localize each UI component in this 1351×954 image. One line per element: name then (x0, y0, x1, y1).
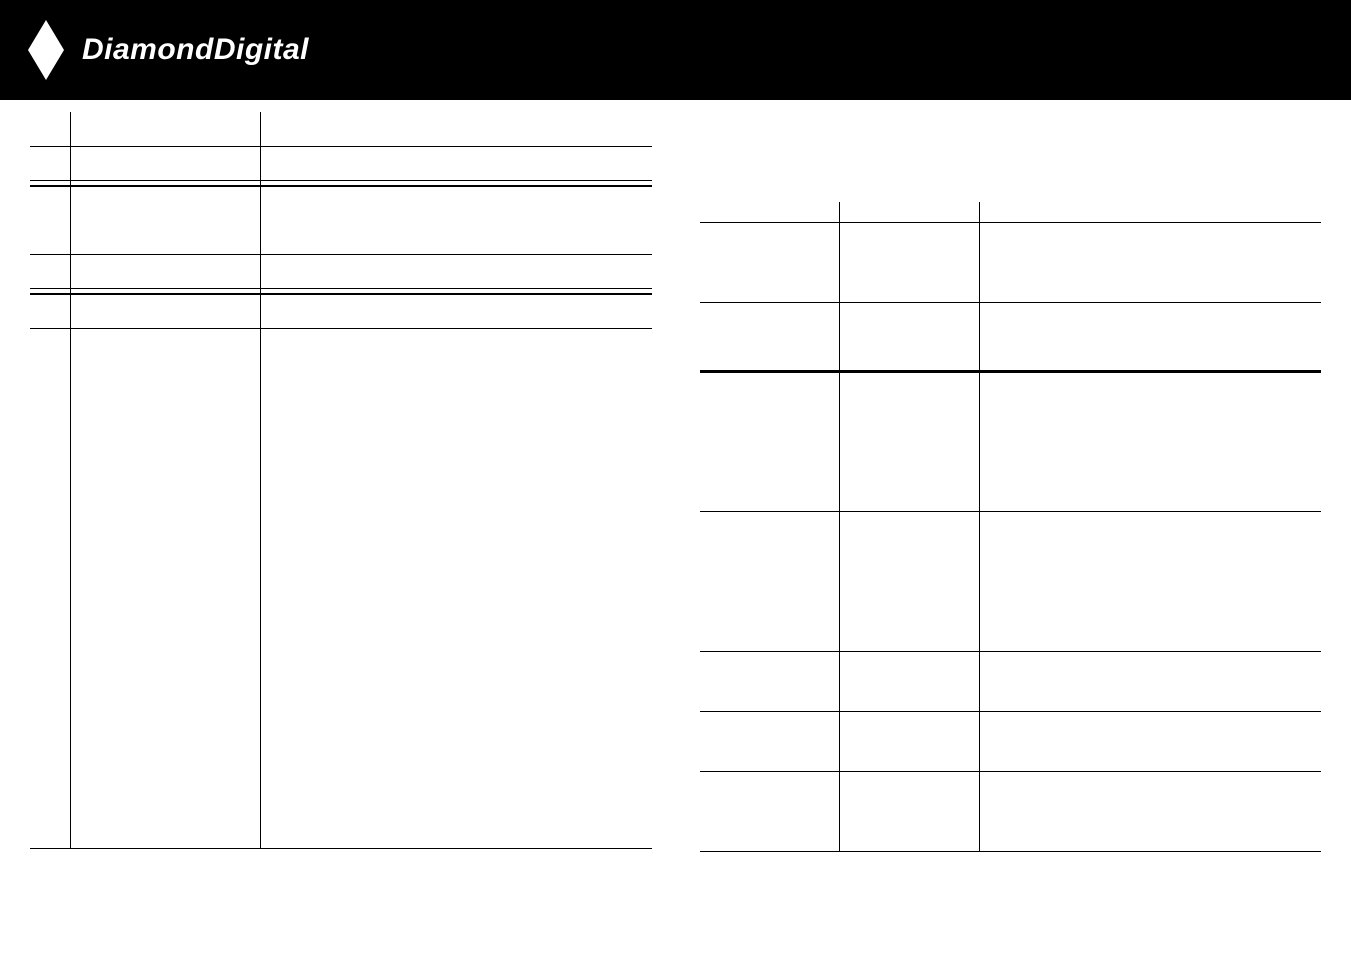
cell (70, 328, 260, 848)
cell (700, 712, 840, 772)
table-header (980, 202, 1322, 222)
cell (840, 712, 980, 772)
cell (980, 302, 1322, 370)
cell (980, 772, 1322, 852)
cell (70, 146, 260, 180)
cell (980, 712, 1322, 772)
cell (980, 512, 1322, 652)
cell (700, 512, 840, 652)
cell (840, 372, 980, 512)
cell (700, 652, 840, 712)
cell (700, 222, 840, 302)
cell (70, 186, 260, 254)
cell (30, 254, 70, 288)
cell (30, 294, 70, 328)
cell (260, 254, 652, 288)
cell (840, 772, 980, 852)
header-bar: DiamondDigital (0, 0, 1351, 100)
cell (980, 652, 1322, 712)
cell (700, 372, 840, 512)
cell (260, 328, 652, 848)
cell (70, 254, 260, 288)
cell (70, 112, 260, 146)
right-table (700, 202, 1322, 852)
table-header (840, 202, 980, 222)
diamond-icon (28, 20, 64, 80)
cell (980, 372, 1322, 512)
cell (260, 294, 652, 328)
cell (30, 328, 70, 848)
cell (840, 512, 980, 652)
brand-name: DiamondDigital (82, 33, 309, 67)
cell (260, 186, 652, 254)
cell (700, 772, 840, 852)
left-table (30, 112, 652, 849)
cell (260, 112, 652, 146)
content-area (0, 100, 1351, 852)
cell (30, 146, 70, 180)
cell (30, 186, 70, 254)
cell (840, 652, 980, 712)
cell (840, 222, 980, 302)
cell (260, 146, 652, 180)
table-header (700, 202, 840, 222)
right-column (700, 112, 1322, 852)
cell (700, 302, 840, 370)
left-column (30, 112, 652, 852)
cell (840, 302, 980, 370)
cell (30, 112, 70, 146)
cell (70, 294, 260, 328)
cell (980, 222, 1322, 302)
